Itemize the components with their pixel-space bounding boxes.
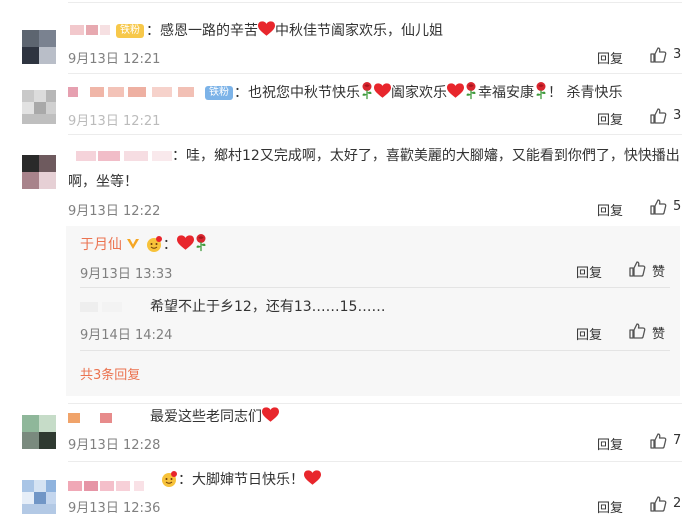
- thumbs-up-icon: [649, 495, 667, 513]
- reply-button[interactable]: 回复: [597, 200, 623, 219]
- emoji-face-icon: [160, 470, 178, 488]
- comment-text: 最爱这些老同志们: [150, 406, 279, 428]
- heart-icon: [447, 83, 464, 99]
- like-count: 2: [673, 496, 682, 511]
- like-button[interactable]: 3: [649, 107, 683, 125]
- username-blurred[interactable]: [68, 148, 178, 164]
- username-blurred[interactable]: [70, 22, 115, 38]
- username-blurred[interactable]: [68, 478, 158, 494]
- divider: [68, 134, 682, 135]
- thumbs-up-icon: [628, 322, 646, 340]
- avatar[interactable]: [22, 90, 56, 124]
- like-count: 7: [673, 433, 682, 448]
- avatar[interactable]: [22, 480, 56, 514]
- thumbs-up-icon: [649, 107, 667, 125]
- like-count: 3: [673, 47, 682, 62]
- like-label: 赞: [652, 327, 666, 342]
- comment-text: ：感恩一路的辛苦 中秋佳节阖家欢乐，仙儿姐: [146, 21, 443, 39]
- comment-text: ：也祝您中秋节快乐 阖家欢乐 幸福安康！ 杀青快乐: [234, 82, 622, 104]
- comment-text: ：哇，鄉村12又完成啊，太好了，喜歡美麗的大腳嬸，又能看到你們了，快快播出: [172, 148, 680, 164]
- fan-badge: 铁粉: [205, 86, 233, 100]
- comment-time: 9月13日 12:21: [68, 52, 161, 67]
- like-button[interactable]: 3: [649, 46, 683, 64]
- thumbs-up-icon: [649, 432, 667, 450]
- like-button[interactable]: 赞: [628, 260, 668, 280]
- heart-icon: [258, 21, 275, 37]
- rose-icon: [534, 82, 548, 100]
- comment-time: 9月13日 12:28: [68, 438, 161, 453]
- reply-button[interactable]: 回复: [597, 434, 623, 453]
- heart-icon: [304, 470, 321, 486]
- rose-icon: [194, 234, 208, 252]
- reply-time: 9月14日 14:24: [80, 328, 173, 343]
- reply-button[interactable]: 回复: [576, 262, 602, 281]
- username-blurred[interactable]: [68, 84, 198, 100]
- reply-time: 9月13日 13:33: [80, 267, 173, 282]
- divider: [68, 73, 682, 74]
- divider: [68, 2, 682, 3]
- thumbs-up-icon: [649, 46, 667, 64]
- avatar[interactable]: [22, 30, 56, 64]
- more-replies-link[interactable]: 共3条回复: [80, 364, 140, 383]
- comment-text-line2: 啊，坐等！: [68, 174, 138, 190]
- reply-button[interactable]: 回复: [597, 48, 623, 67]
- divider: [68, 461, 682, 462]
- divider: [80, 287, 670, 288]
- comment-text: ：大脚婶节日快乐！: [160, 469, 321, 491]
- verified-icon: [127, 239, 140, 249]
- reply-button[interactable]: 回复: [597, 497, 623, 516]
- reply-text: 希望不止于乡12，还有13……15……: [150, 299, 386, 315]
- thumbs-up-icon: [649, 198, 667, 216]
- like-button[interactable]: 7: [649, 432, 683, 450]
- rose-icon: [360, 82, 374, 100]
- like-label: 赞: [652, 265, 666, 280]
- like-button[interactable]: 赞: [628, 322, 668, 342]
- emoji-face-icon: [145, 235, 163, 253]
- like-count: 3: [673, 108, 682, 123]
- like-button[interactable]: 2: [649, 495, 683, 513]
- reply-button[interactable]: 回复: [597, 109, 623, 128]
- comment-time: 9月13日 12:36: [68, 501, 161, 516]
- comment-time: 9月13日 12:21: [68, 114, 161, 129]
- sparkling-heart-icon: [262, 407, 279, 423]
- heart-icon: [177, 235, 194, 251]
- reply-button[interactable]: 回复: [576, 324, 602, 343]
- comment-time: 9月13日 12:22: [68, 204, 161, 219]
- avatar[interactable]: [22, 155, 56, 189]
- heart-icon: [374, 83, 391, 99]
- fan-badge: 铁粉: [116, 24, 144, 38]
- divider: [68, 403, 682, 404]
- divider: [80, 350, 670, 351]
- avatar[interactable]: [22, 415, 56, 449]
- username-blurred[interactable]: [68, 410, 128, 426]
- rose-icon: [464, 82, 478, 100]
- like-button[interactable]: 5: [649, 198, 683, 216]
- thumbs-up-icon: [628, 260, 646, 278]
- like-count: 5: [673, 199, 682, 214]
- username-blurred[interactable]: [80, 299, 140, 315]
- reply-text: 于月仙 ：: [80, 234, 208, 256]
- reply-author[interactable]: 于月仙: [80, 237, 122, 253]
